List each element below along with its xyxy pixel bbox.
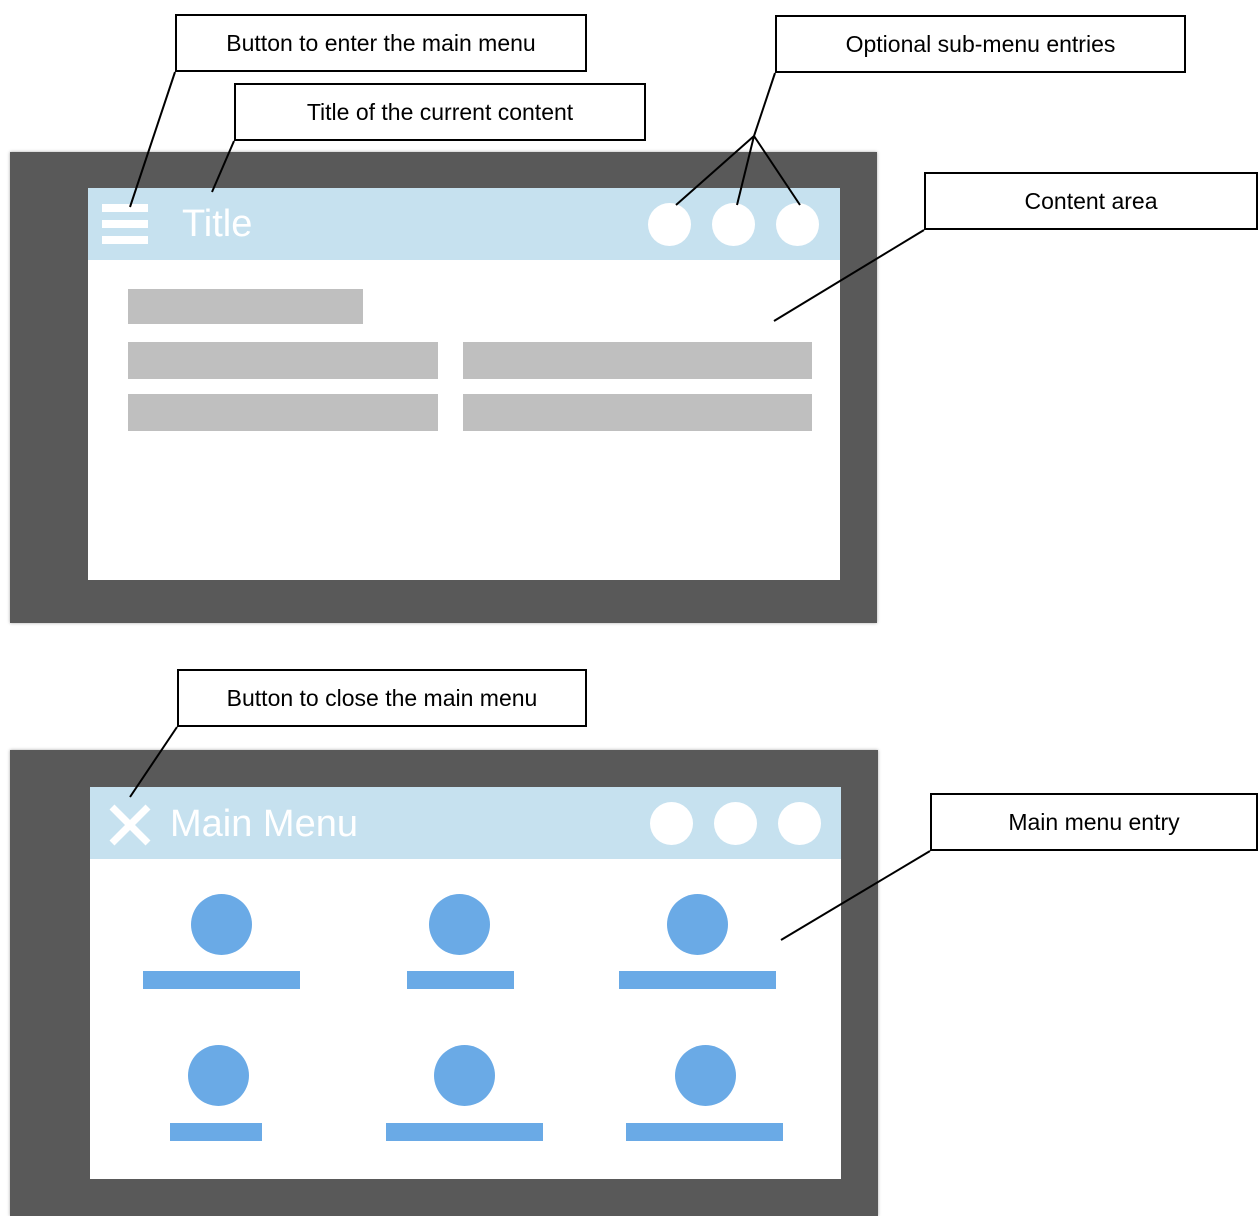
app-bar: Title <box>88 188 840 260</box>
sub-menu-button-3[interactable] <box>778 802 821 845</box>
menu-entry-icon-3[interactable] <box>667 894 728 955</box>
sub-menu-button-2[interactable] <box>714 802 757 845</box>
callout-enter-menu: Button to enter the main menu <box>175 14 587 72</box>
menu-entry-label-1[interactable] <box>143 971 300 989</box>
menu-entry-label-4[interactable] <box>170 1123 262 1141</box>
hamburger-icon[interactable] <box>102 204 148 244</box>
menu-entry-label-3[interactable] <box>619 971 776 989</box>
content-placeholder-1 <box>128 342 438 379</box>
menu-entry-icon-1[interactable] <box>191 894 252 955</box>
content-placeholder-3 <box>128 394 438 431</box>
menu-entry-icon-4[interactable] <box>188 1045 249 1106</box>
device-content-view: Title <box>10 152 877 623</box>
leader-sub-menu-trunk <box>753 72 776 137</box>
menu-entry-icon-5[interactable] <box>434 1045 495 1106</box>
content-placeholder-2 <box>463 342 812 379</box>
device-main-menu-view: Main Menu <box>10 750 878 1216</box>
content-heading-placeholder <box>128 289 363 324</box>
callout-content-area: Content area <box>924 172 1258 230</box>
content-placeholder-4 <box>463 394 812 431</box>
screen-content: Title <box>88 188 840 580</box>
menu-entry-icon-6[interactable] <box>675 1045 736 1106</box>
sub-menu-button-1[interactable] <box>650 802 693 845</box>
menu-entry-icon-2[interactable] <box>429 894 490 955</box>
screen-main-menu: Main Menu <box>90 787 841 1179</box>
close-icon[interactable] <box>108 803 152 847</box>
menu-entry-label-2[interactable] <box>407 971 514 989</box>
callout-menu-entry: Main menu entry <box>930 793 1258 851</box>
sub-menu-button-2[interactable] <box>712 203 755 246</box>
callout-title-content: Title of the current content <box>234 83 646 141</box>
page-title: Title <box>182 203 253 245</box>
sub-menu-button-3[interactable] <box>776 203 819 246</box>
menu-entry-label-6[interactable] <box>626 1123 783 1141</box>
callout-close-menu: Button to close the main menu <box>177 669 587 727</box>
callout-sub-menu: Optional sub-menu entries <box>775 15 1186 73</box>
app-bar: Main Menu <box>90 787 841 859</box>
sub-menu-button-1[interactable] <box>648 203 691 246</box>
menu-entry-label-5[interactable] <box>386 1123 543 1141</box>
menu-title: Main Menu <box>170 803 358 845</box>
